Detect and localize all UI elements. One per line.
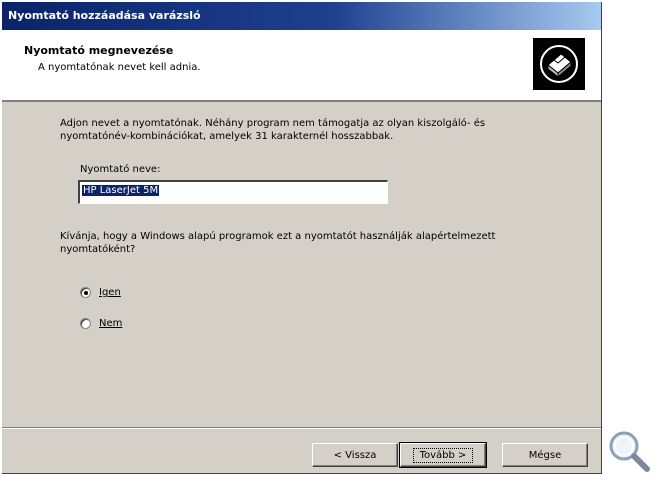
printer-name-label: Nyomtató neve: [80, 164, 161, 175]
intro-line-2: nyomtatónév-kombinációkat, amelyek 31 ka… [60, 131, 394, 142]
cancel-button-label: Mégse [528, 449, 562, 461]
question-line-1: Kívánja, hogy a Windows alapú programok … [60, 231, 496, 242]
question-line-2: nyomtatóként? [60, 244, 136, 255]
back-button[interactable]: < Vissza [312, 443, 398, 467]
radio-yes-label: Igen [99, 287, 121, 298]
radio-no[interactable]: Nem [80, 318, 122, 329]
radio-yes-button[interactable] [80, 287, 91, 298]
cancel-button[interactable]: Mégse [502, 443, 588, 467]
printer-icon [533, 38, 585, 90]
printer-name-input[interactable]: HP LaserJet 5M [78, 180, 388, 204]
intro-line-1: Adjon nevet a nyomtatónak. Néhány progra… [60, 118, 486, 129]
footer-separator [2, 427, 601, 429]
next-button[interactable]: Tovább > [399, 442, 487, 468]
wizard-window: Nyomtató hozzáadása varázsló Nyomtató me… [2, 2, 602, 474]
radio-no-label: Nem [99, 318, 123, 329]
intro-text: Adjon nevet a nyomtatónak. Néhány progra… [60, 117, 560, 143]
wizard-header: Nyomtató megnevezése A nyomtatónak nevet… [2, 30, 601, 102]
window-title: Nyomtató hozzáadása varázsló [2, 2, 601, 30]
back-button-label: < Vissza [333, 449, 377, 461]
radio-no-button[interactable] [80, 318, 91, 329]
default-question: Kívánja, hogy a Windows alapú programok … [60, 230, 560, 256]
magnifier-icon[interactable] [606, 428, 652, 474]
printer-name-value: HP LaserJet 5M [82, 185, 160, 196]
radio-yes[interactable]: Igen [80, 287, 121, 298]
header-subtitle: A nyomtatónak nevet kell adnia. [38, 62, 201, 73]
next-button-label: Tovább > [412, 447, 474, 463]
header-title: Nyomtató megnevezése [24, 44, 174, 57]
